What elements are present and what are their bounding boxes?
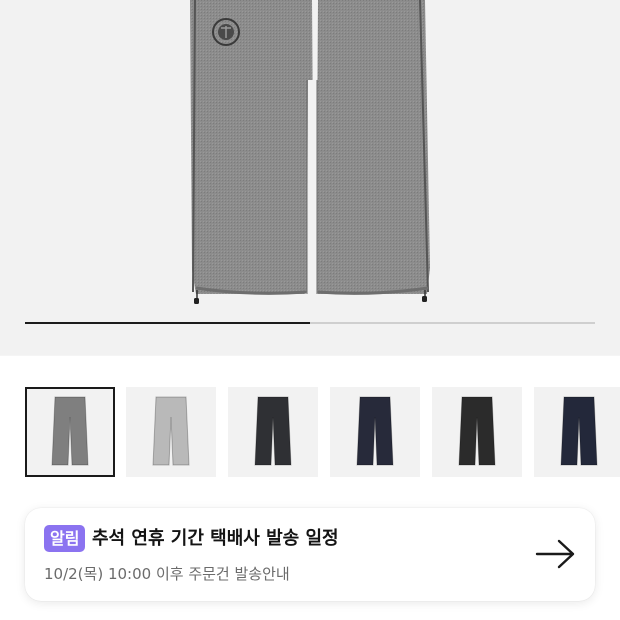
notice-title: 추석 연휴 기간 택배사 발송 일정 [92, 528, 339, 549]
thumb-gray[interactable] [25, 387, 115, 477]
thumbnail-image [51, 396, 89, 466]
thumbnail-image [152, 396, 190, 466]
arrow-right-icon[interactable] [535, 538, 577, 570]
thumb-dark-navy[interactable] [534, 387, 620, 477]
notice-badge: 알림 [44, 525, 86, 552]
notice-subtitle: 10/2(목) 10:00 이후 주문건 발송안내 [44, 565, 290, 583]
pants-illustration [190, 0, 430, 304]
gallery-progress-fill [25, 322, 310, 324]
thumb-light-gray[interactable] [126, 387, 216, 477]
notice-section: 알림 추석 연휴 기간 택배사 발송 일정 10/2(목) 10:00 이후 주… [0, 486, 620, 620]
product-main-image[interactable] [0, 0, 620, 355]
thumb-charcoal[interactable] [228, 387, 318, 477]
thumbnail-strip [0, 356, 620, 486]
thumb-navy[interactable] [330, 387, 420, 477]
thumbnail-image [560, 396, 598, 466]
thumb-black[interactable] [432, 387, 522, 477]
notice-card[interactable]: 알림 추석 연휴 기간 택배사 발송 일정 10/2(목) 10:00 이후 주… [25, 508, 595, 601]
thumbnail-image [254, 396, 292, 466]
gallery-progress-track [25, 322, 595, 324]
thumbnail-image [458, 396, 496, 466]
thumbnail-image [356, 396, 394, 466]
